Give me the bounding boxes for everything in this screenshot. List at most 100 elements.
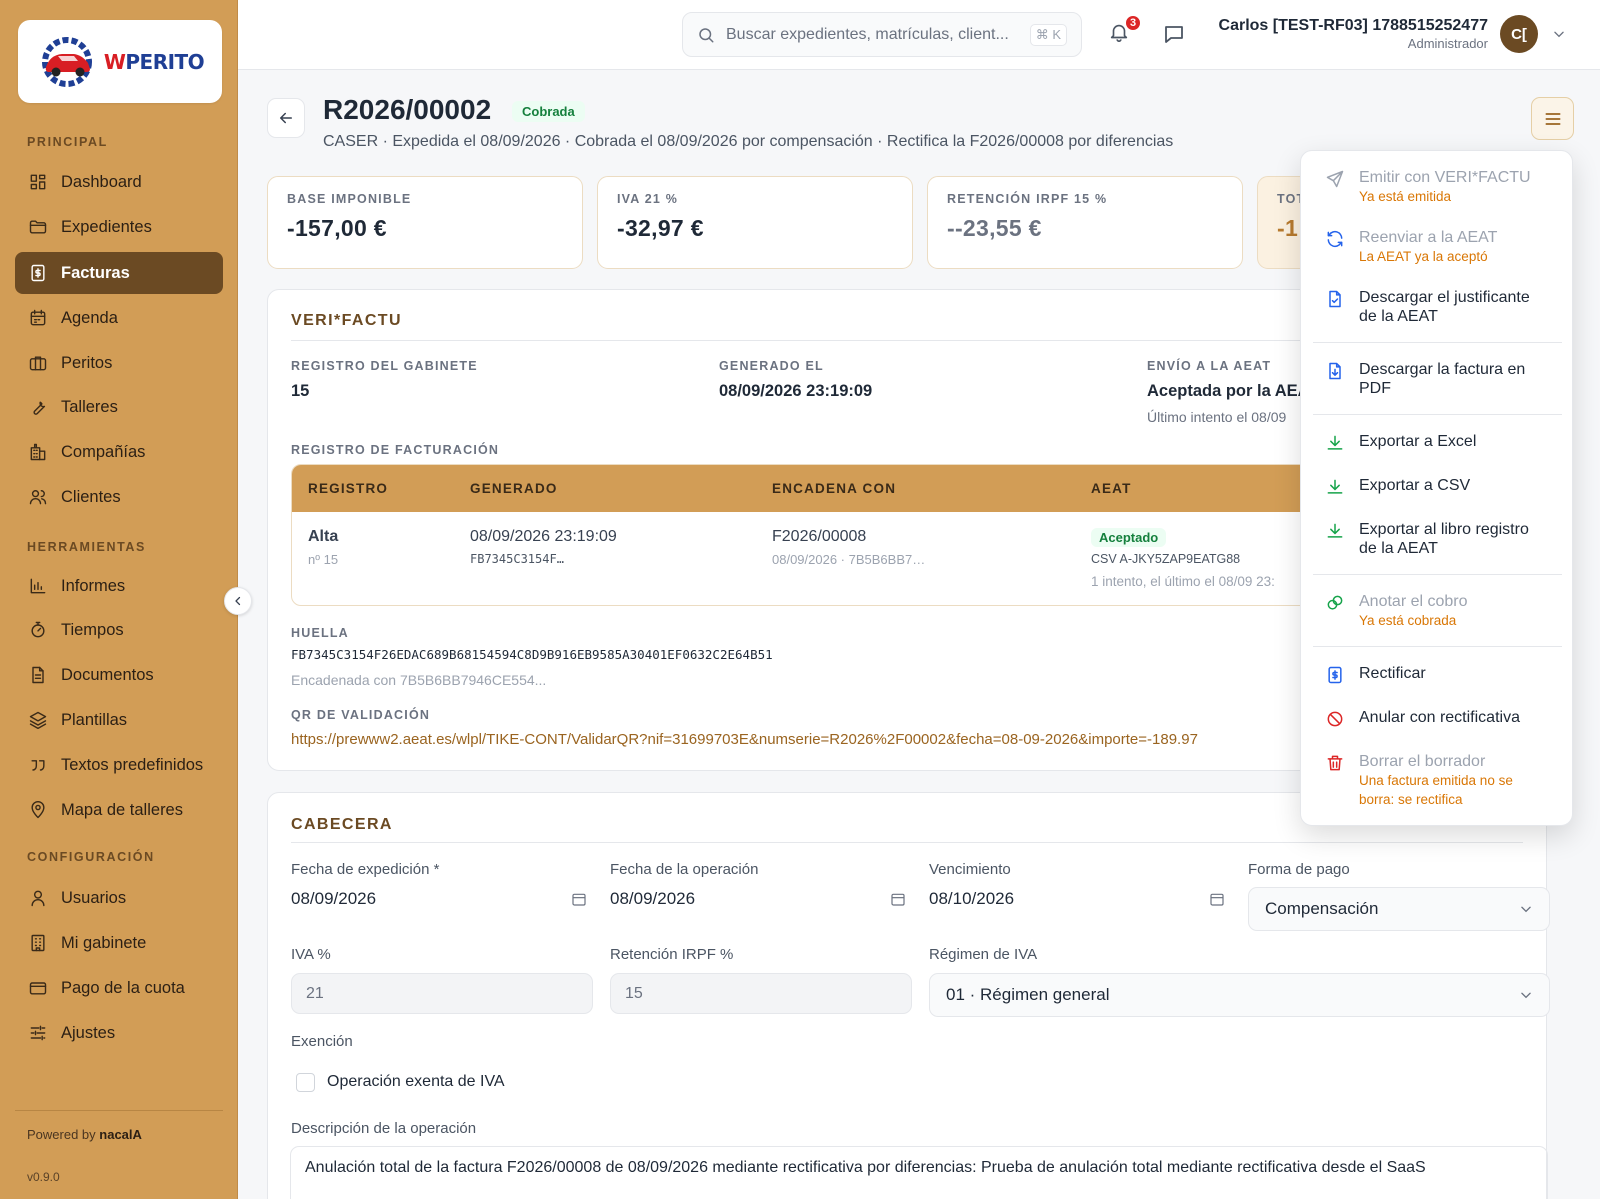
user-icon (31, 890, 45, 907)
status-badge: Cobrada (512, 101, 585, 122)
calendar-icon[interactable] (1209, 891, 1225, 907)
sidebar-item-label: Pago de la cuota (61, 978, 185, 997)
menu-item-anotar-cobro[interactable]: Anotar el cobro Ya está cobrada (1313, 592, 1562, 630)
envio-value: Aceptada por la AEA (1147, 382, 1310, 400)
menu-item-borrar-borrador[interactable]: Borrar el borrador Una factura emitida no… (1313, 752, 1562, 809)
topbar: Buscar expedientes, matrículas, client..… (238, 0, 1600, 70)
calendar-icon[interactable] (890, 891, 906, 907)
menu-item-label: Descargar la factura en PDF (1359, 361, 1526, 397)
actions-dropdown: Emitir con VERI*FACTU Ya está emitida Ree… (1300, 150, 1573, 826)
qr-validation-link[interactable]: https://prewww2.aeat.es/wlpl/TIKE-CONT/V… (291, 731, 1198, 748)
regimen-iva-select[interactable]: 01 · Régimen general (929, 973, 1550, 1017)
search-input[interactable]: Buscar expedientes, matrículas, client..… (682, 12, 1082, 57)
menu-item-label: Exportar a Excel (1359, 433, 1477, 450)
kpi-iva: IVA 21 % -32,97 € (597, 176, 913, 269)
vencimiento-input[interactable]: 08/10/2026 (929, 879, 1229, 919)
menu-divider (1313, 342, 1562, 343)
menu-item-exportar-excel[interactable]: Exportar a Excel (1313, 432, 1562, 453)
menu-item-note: Ya está emitida (1359, 189, 1452, 204)
sidebar-item-documentos[interactable]: Documentos (15, 654, 223, 696)
menu-item-exportar-libro-registro[interactable]: Exportar al libro registro de la AEAT (1313, 520, 1562, 558)
trash-icon (1327, 755, 1343, 771)
collapse-sidebar-button[interactable] (224, 587, 252, 615)
sidebar-item-usuarios[interactable]: Usuarios (15, 877, 223, 919)
menu-item-label: Borrar el borrador (1359, 753, 1486, 770)
menu-item-emitir-verifactu[interactable]: Emitir con VERI*FACTU Ya está emitida (1313, 168, 1562, 206)
menu-item-exportar-csv[interactable]: Exportar a CSV (1313, 476, 1562, 497)
kpi-value: -1 (1277, 215, 1299, 241)
menu-item-descargar-justificante[interactable]: Descargar el justificante de la AEAT (1313, 288, 1562, 326)
chevron-left-icon (235, 596, 241, 606)
search-placeholder: Buscar expedientes, matrículas, client..… (726, 25, 1009, 43)
sidebar-item-talleres[interactable]: Talleres (15, 386, 223, 428)
sidebar-item-label: Plantillas (61, 710, 128, 729)
sidebar-item-label: Documentos (61, 665, 154, 684)
date-value: 08/10/2026 (929, 889, 1015, 908)
sidebar-item-informes[interactable]: Informes (15, 565, 223, 607)
sidebar-item-textos[interactable]: Textos predefinidos (15, 744, 223, 786)
sidebar-item-pago-cuota[interactable]: Pago de la cuota (15, 967, 223, 1009)
user-menu-toggle[interactable] (1552, 27, 1566, 41)
nav-section-herramientas: HERRAMIENTAS (27, 540, 146, 554)
menu-item-label: Reenviar a la AEAT (1359, 229, 1498, 246)
car-gear-logo-icon (41, 36, 92, 87)
sidebar-item-agenda[interactable]: Agenda (15, 297, 223, 339)
sidebar-item-label: Tiempos (61, 620, 124, 639)
iva-label: IVA % (291, 946, 331, 963)
user-name[interactable]: Carlos [TEST-RF03] 1788515252477 (1219, 17, 1488, 35)
section-divider (291, 842, 1523, 843)
back-button[interactable] (267, 98, 305, 138)
sidebar-item-ajustes[interactable]: Ajustes (15, 1012, 223, 1054)
fecha-expedicion-input[interactable]: 08/09/2026 (291, 879, 591, 919)
send-icon (1326, 170, 1344, 188)
users-icon (29, 490, 47, 505)
fecha-operacion-input[interactable]: 08/09/2026 (610, 879, 910, 919)
menu-item-rectificar[interactable]: Rectificar (1313, 664, 1562, 685)
sidebar-item-clientes[interactable]: Clientes (15, 476, 223, 518)
registro-value: 15 (291, 382, 310, 400)
app-logo[interactable]: WPERITO (18, 20, 222, 103)
sidebar-item-mi-gabinete[interactable]: Mi gabinete (15, 922, 223, 964)
sidebar-item-label: Mapa de talleres (61, 800, 183, 819)
fecha-expedicion-label: Fecha de expedición * (291, 861, 440, 878)
menu-item-reenviar-aeat[interactable]: Reenviar a la AEAT La AEAT ya la aceptó (1313, 228, 1562, 266)
sidebar-item-dashboard[interactable]: Dashboard (15, 161, 223, 203)
sidebar-item-facturas[interactable]: Facturas (15, 252, 223, 294)
actions-menu-button[interactable] (1531, 97, 1574, 140)
descripcion-label: Descripción de la operación (291, 1120, 477, 1137)
sidebar-item-mapa[interactable]: Mapa de talleres (15, 789, 223, 831)
iva-input[interactable]: 21 (291, 973, 593, 1014)
irpf-input[interactable]: 15 (610, 973, 912, 1014)
sidebar-item-companias[interactable]: Compañías (15, 431, 223, 473)
menu-divider (1313, 646, 1562, 647)
receipt-icon (1328, 666, 1342, 684)
forma-pago-select[interactable]: Compensación (1248, 887, 1550, 931)
aeat-sub: 1 intento, el último el 08/09 23: (1091, 574, 1275, 589)
calendar-icon[interactable] (571, 891, 587, 907)
user-role: Administrador (1407, 36, 1488, 51)
messages-button[interactable] (1162, 22, 1186, 46)
app-version: v0.9.0 (27, 1170, 60, 1184)
sidebar-item-plantillas[interactable]: Plantillas (15, 699, 223, 741)
menu-item-anular-rectificativa[interactable]: Anular con rectificativa (1313, 708, 1562, 729)
sidebar-item-label: Talleres (61, 397, 118, 416)
huella-sub: Encadenada con 7B5B6BB7946CE554... (291, 672, 547, 688)
registro-cell: Alta (308, 528, 339, 545)
descripcion-textarea[interactable]: Anulación total de la factura F2026/0000… (290, 1146, 1548, 1199)
menu-item-descargar-pdf[interactable]: Descargar la factura en PDF (1313, 360, 1562, 398)
cabecera-card: CABECERA Fecha de expedición * 08/09/202… (267, 792, 1550, 1199)
irpf-label: Retención IRPF % (610, 946, 734, 963)
envio-sub: Último intento el 08/09 (1147, 409, 1287, 425)
sidebar-item-tiempos[interactable]: Tiempos (15, 609, 223, 651)
select-value: 01 · Régimen general (946, 985, 1110, 1004)
exenta-checkbox-label[interactable]: Operación exenta de IVA (327, 1073, 505, 1091)
avatar[interactable]: C[ (1500, 15, 1538, 53)
sidebar-item-expedientes[interactable]: Expedientes (15, 206, 223, 248)
sidebar-item-peritos[interactable]: Peritos (15, 342, 223, 384)
exenta-checkbox[interactable] (296, 1073, 315, 1092)
section-title: CABECERA (291, 816, 393, 833)
briefcase-icon (29, 356, 47, 371)
stopwatch-icon (31, 621, 45, 638)
logo-wordmark: WPERITO (103, 49, 205, 74)
kpi-label: IVA 21 % (617, 192, 679, 206)
